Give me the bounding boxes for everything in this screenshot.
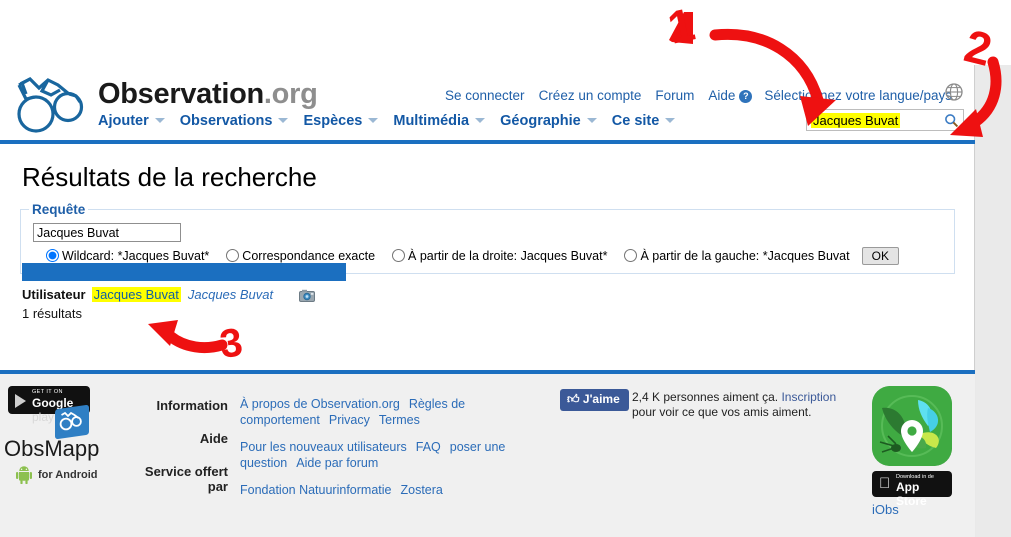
annotation-overlay: 1 2 3 [148, 0, 1002, 367]
svg-text:1: 1 [663, 0, 699, 54]
